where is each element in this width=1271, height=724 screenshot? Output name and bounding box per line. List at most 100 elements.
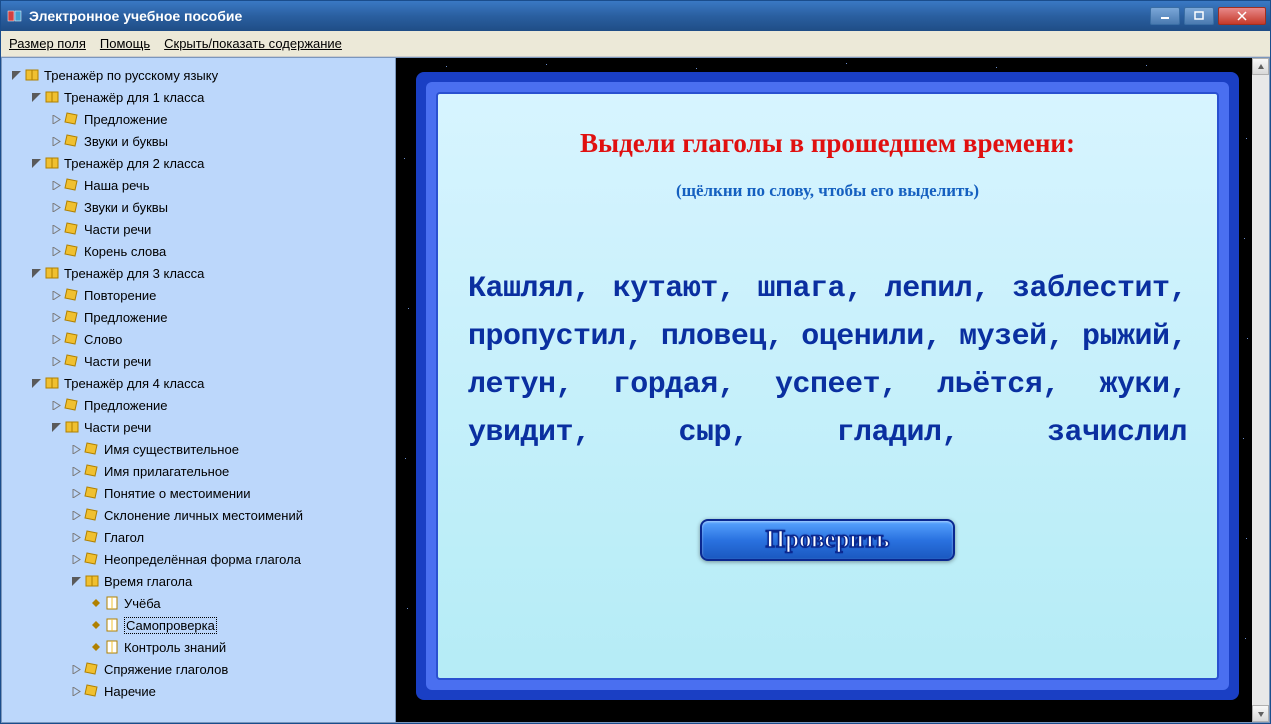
menu-help[interactable]: Помощь xyxy=(100,36,150,51)
tree-node-g4[interactable]: Тренажёр для 4 класса xyxy=(6,372,391,394)
chevron-right-icon[interactable] xyxy=(50,201,62,213)
scroll-up-button[interactable] xyxy=(1252,58,1269,75)
chevron-down-icon[interactable] xyxy=(70,575,82,587)
menu-field-size[interactable]: Размер поля xyxy=(9,36,86,51)
exercise-word[interactable]: летун xyxy=(468,368,556,402)
tree-node[interactable]: Звуки и буквы xyxy=(6,130,391,152)
tree-leaf-self-check[interactable]: Самопроверка xyxy=(6,614,391,636)
tree-node[interactable]: Наречие xyxy=(6,680,391,702)
exercise-word[interactable]: оценили xyxy=(801,320,924,354)
exercise-word[interactable]: заблестит xyxy=(1012,272,1170,306)
chevron-down-icon[interactable] xyxy=(10,69,22,81)
chevron-right-icon[interactable] xyxy=(50,223,62,235)
tree-node[interactable]: Звуки и буквы xyxy=(6,196,391,218)
tree-node[interactable]: Предложение xyxy=(6,108,391,130)
tree-node[interactable]: Склонение личных местоимений xyxy=(6,504,391,526)
exercise-word[interactable]: шпага xyxy=(758,272,846,306)
exercise-word[interactable]: жуки xyxy=(1099,368,1169,402)
tree-node-g3[interactable]: Тренажёр для 3 класса xyxy=(6,262,391,284)
exercise-word[interactable]: кутают xyxy=(613,272,718,306)
tree-node[interactable]: Спряжение глаголов xyxy=(6,658,391,680)
exercise-word[interactable]: пропустил xyxy=(468,320,626,354)
exercise-word[interactable]: рыжий xyxy=(1082,320,1170,354)
chevron-right-icon[interactable] xyxy=(70,509,82,521)
tree-label: Спряжение глаголов xyxy=(104,662,228,677)
tree-label: Склонение личных местоимений xyxy=(104,508,303,523)
maximize-button[interactable] xyxy=(1184,7,1214,25)
tree-node[interactable]: Предложение xyxy=(6,306,391,328)
tree-label: Время глагола xyxy=(104,574,192,589)
exercise-word[interactable]: сыр xyxy=(679,416,732,450)
word-list: Кашлял, кутают, шпага, лепил, заблестит,… xyxy=(468,265,1187,457)
check-button[interactable]: Проверить xyxy=(700,519,955,561)
page-icon xyxy=(104,596,120,610)
chevron-right-icon[interactable] xyxy=(50,311,62,323)
page-icon xyxy=(104,618,120,632)
book-icon xyxy=(64,398,80,412)
chevron-right-icon[interactable] xyxy=(70,443,82,455)
book-icon xyxy=(44,90,60,104)
tree-node-parts-of-speech[interactable]: Части речи xyxy=(6,416,391,438)
chevron-right-icon[interactable] xyxy=(50,333,62,345)
tree-panel[interactable]: Тренажёр по русскому языку Тренажёр для … xyxy=(1,57,396,723)
tree-node[interactable]: Предложение xyxy=(6,394,391,416)
tree-node-root[interactable]: Тренажёр по русскому языку xyxy=(6,64,391,86)
chevron-right-icon[interactable] xyxy=(50,399,62,411)
tree-node[interactable]: Понятие о местоимении xyxy=(6,482,391,504)
chevron-down-icon[interactable] xyxy=(50,421,62,433)
exercise-word[interactable]: Кашлял xyxy=(468,272,573,306)
chevron-right-icon[interactable] xyxy=(50,179,62,191)
tree-node[interactable]: Имя существительное xyxy=(6,438,391,460)
tree-node-g1[interactable]: Тренажёр для 1 класса xyxy=(6,86,391,108)
exercise-word[interactable]: музей xyxy=(959,320,1047,354)
tree-node[interactable]: Имя прилагательное xyxy=(6,460,391,482)
tree-label: Предложение xyxy=(84,112,168,127)
vertical-scrollbar[interactable] xyxy=(1252,58,1269,722)
chevron-down-icon[interactable] xyxy=(30,91,42,103)
tree-node-verb-tense[interactable]: Время глагола xyxy=(6,570,391,592)
tree-node[interactable]: Части речи xyxy=(6,218,391,240)
tree-node[interactable]: Повторение xyxy=(6,284,391,306)
exercise-word[interactable]: увидит xyxy=(468,416,573,450)
exercise-word[interactable]: успеет xyxy=(775,368,880,402)
minimize-button[interactable] xyxy=(1150,7,1180,25)
chevron-right-icon[interactable] xyxy=(50,289,62,301)
chevron-right-icon[interactable] xyxy=(70,487,82,499)
book-icon xyxy=(64,332,80,346)
tree-leaf-test[interactable]: Контроль знаний xyxy=(6,636,391,658)
chevron-down-icon[interactable] xyxy=(30,267,42,279)
menu-toggle-toc[interactable]: Скрыть/показать содержание xyxy=(164,36,342,51)
chevron-right-icon[interactable] xyxy=(50,113,62,125)
chevron-right-icon[interactable] xyxy=(50,245,62,257)
scroll-down-button[interactable] xyxy=(1252,705,1269,722)
tree-leaf-study[interactable]: Учёба xyxy=(6,592,391,614)
chevron-right-icon[interactable] xyxy=(70,531,82,543)
tree-node[interactable]: Неопределённая форма глагола xyxy=(6,548,391,570)
tree-node[interactable]: Глагол xyxy=(6,526,391,548)
chevron-right-icon[interactable] xyxy=(50,355,62,367)
chevron-right-icon[interactable] xyxy=(70,465,82,477)
tree-label: Контроль знаний xyxy=(124,640,226,655)
exercise-word[interactable]: лепил xyxy=(885,272,973,306)
leaf-bullet-icon xyxy=(90,619,102,631)
tree-node[interactable]: Наша речь xyxy=(6,174,391,196)
close-button[interactable] xyxy=(1218,7,1266,25)
tree-node[interactable]: Слово xyxy=(6,328,391,350)
exercise-word[interactable]: гладил xyxy=(836,416,941,450)
chevron-right-icon[interactable] xyxy=(50,135,62,147)
exercise-word[interactable]: гордая xyxy=(613,368,718,402)
book-icon xyxy=(64,310,80,324)
exercise-word[interactable]: пловец xyxy=(661,320,766,354)
chevron-right-icon[interactable] xyxy=(70,553,82,565)
tree-node[interactable]: Корень слова xyxy=(6,240,391,262)
chevron-down-icon[interactable] xyxy=(30,377,42,389)
chevron-down-icon[interactable] xyxy=(30,157,42,169)
chevron-right-icon[interactable] xyxy=(70,663,82,675)
tree-node-g2[interactable]: Тренажёр для 2 класса xyxy=(6,152,391,174)
chevron-right-icon[interactable] xyxy=(70,685,82,697)
exercise-word[interactable]: льётся xyxy=(937,368,1042,402)
app-window: Электронное учебное пособие Размер поля … xyxy=(0,0,1271,724)
exercise-word[interactable]: зачислил xyxy=(1047,416,1187,450)
tree-node[interactable]: Части речи xyxy=(6,350,391,372)
tree-label: Повторение xyxy=(84,288,156,303)
